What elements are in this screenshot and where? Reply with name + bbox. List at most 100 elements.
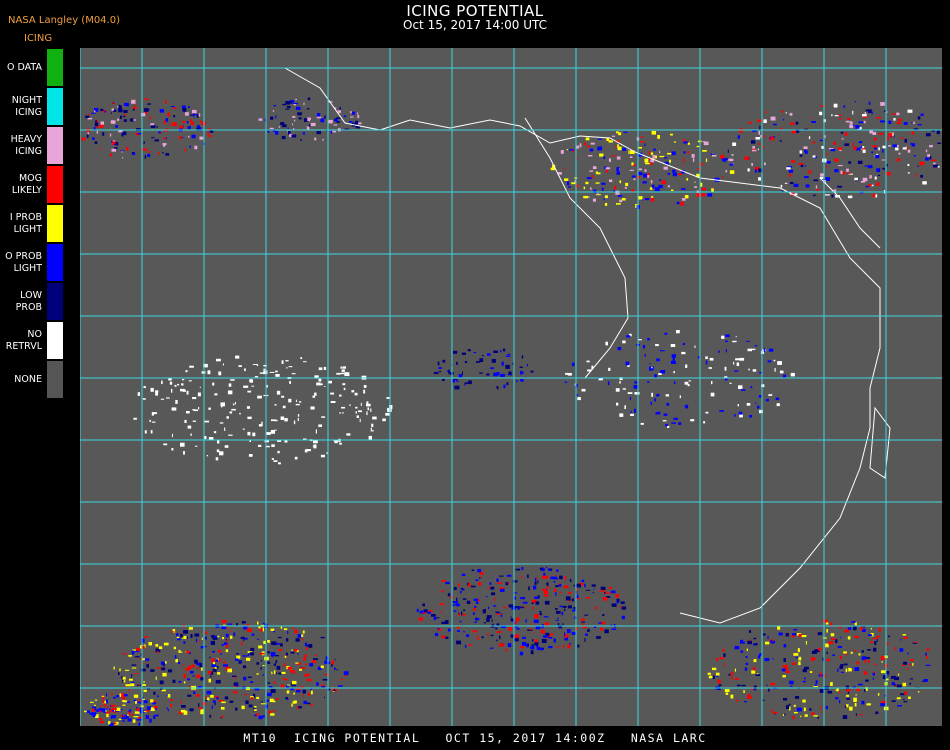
icing-pixel xyxy=(481,636,484,639)
icing-pixel xyxy=(339,107,341,110)
icing-pixel xyxy=(207,697,210,701)
icing-pixel xyxy=(324,115,326,119)
icing-pixel xyxy=(605,341,608,346)
icing-pixel xyxy=(463,609,466,612)
icing-pixel xyxy=(903,701,908,703)
icing-pixel xyxy=(206,455,209,457)
icing-pixel xyxy=(751,140,756,144)
icing-pixel xyxy=(142,135,144,137)
icing-pixel xyxy=(111,692,113,696)
icing-pixel xyxy=(882,145,886,149)
icing-pixel xyxy=(638,339,642,341)
icing-pixel xyxy=(840,170,843,174)
icing-pixel xyxy=(796,707,802,712)
icing-pixel xyxy=(458,583,460,587)
icing-pixel xyxy=(473,351,477,354)
icing-pixel xyxy=(314,392,317,396)
icing-pixel xyxy=(327,661,331,665)
icing-pixel xyxy=(309,704,313,706)
icing-pixel xyxy=(589,148,594,152)
icing-pixel xyxy=(236,653,240,655)
icing-pixel xyxy=(208,678,211,683)
icing-pixel xyxy=(644,198,650,201)
icing-pixel xyxy=(876,639,878,642)
icing-pixel xyxy=(302,689,306,694)
icing-pixel xyxy=(224,696,229,700)
icing-pixel xyxy=(633,178,636,181)
icing-pixel xyxy=(617,195,623,197)
legend-label-line: LIKELY xyxy=(11,184,42,196)
icing-pixel xyxy=(556,646,559,648)
icing-pixel xyxy=(702,141,706,143)
legend-label-line: ICING xyxy=(15,145,42,157)
icing-pixel xyxy=(841,138,844,140)
icing-pixel xyxy=(529,628,532,631)
icing-pixel xyxy=(741,641,745,644)
icing-pixel xyxy=(707,672,711,675)
legend-item: O PROB LIGHT xyxy=(0,243,66,282)
icing-pixel xyxy=(131,681,135,683)
icing-pixel xyxy=(577,644,580,648)
icing-pixel xyxy=(486,595,488,598)
legend-label: MOG LIKELY xyxy=(0,165,42,204)
icing-pixel xyxy=(813,194,816,197)
icing-pixel xyxy=(830,633,835,637)
icing-pixel xyxy=(500,349,502,353)
icing-pixel xyxy=(744,156,749,160)
icing-pixel xyxy=(260,660,262,662)
icing-pixel xyxy=(792,715,795,720)
icing-pixel xyxy=(150,708,155,711)
icing-pixel xyxy=(195,445,198,447)
icing-pixel xyxy=(630,410,632,413)
icing-pixel xyxy=(858,121,864,124)
icing-pixel xyxy=(174,384,177,387)
icing-pixel xyxy=(917,691,920,693)
icing-pixel xyxy=(717,679,721,684)
icing-pixel xyxy=(848,161,852,164)
icing-pixel xyxy=(505,355,511,357)
icing-pixel xyxy=(631,162,634,166)
icing-pixel xyxy=(602,597,607,599)
icing-pixel xyxy=(634,392,640,395)
icing-pixel xyxy=(617,146,622,151)
icing-pixel xyxy=(370,430,374,432)
icing-pixel xyxy=(456,380,459,382)
icing-pixel xyxy=(659,155,665,158)
icing-pixel xyxy=(736,699,739,702)
icing-pixel xyxy=(746,648,748,651)
icing-pixel xyxy=(837,668,839,672)
icing-pixel xyxy=(589,170,594,172)
icing-pixel xyxy=(285,697,288,700)
icing-pixel xyxy=(336,372,341,375)
icing-pixel xyxy=(295,662,299,664)
icing-pixel xyxy=(134,656,140,658)
icing-pixel xyxy=(773,359,776,362)
icing-pixel xyxy=(251,633,255,636)
icing-pixel xyxy=(330,130,333,134)
icing-pixel xyxy=(290,688,294,691)
icing-pixel xyxy=(435,617,440,619)
icing-pixel xyxy=(167,669,173,673)
icing-pixel xyxy=(128,689,130,692)
icing-pixel xyxy=(567,181,570,186)
icing-pixel xyxy=(157,152,160,155)
icing-pixel xyxy=(789,112,793,116)
icing-pixel xyxy=(767,635,769,640)
icing-pixel xyxy=(183,641,186,644)
icing-pixel xyxy=(496,386,499,389)
icing-pixel xyxy=(602,589,606,592)
icing-pixel xyxy=(837,147,843,150)
icing-pixel xyxy=(281,395,285,398)
icing-pixel xyxy=(533,585,537,590)
icing-pixel xyxy=(154,139,159,142)
icing-pixel xyxy=(867,649,871,651)
icing-pixel xyxy=(729,163,734,166)
icing-pixel xyxy=(339,412,342,414)
icing-pixel xyxy=(631,175,636,178)
icing-pixel xyxy=(363,389,366,394)
icing-pixel xyxy=(649,187,653,190)
icing-pixel xyxy=(749,639,752,641)
icing-pixel xyxy=(355,411,357,414)
icing-pixel xyxy=(496,631,502,633)
legend-label: NONE xyxy=(0,360,42,399)
